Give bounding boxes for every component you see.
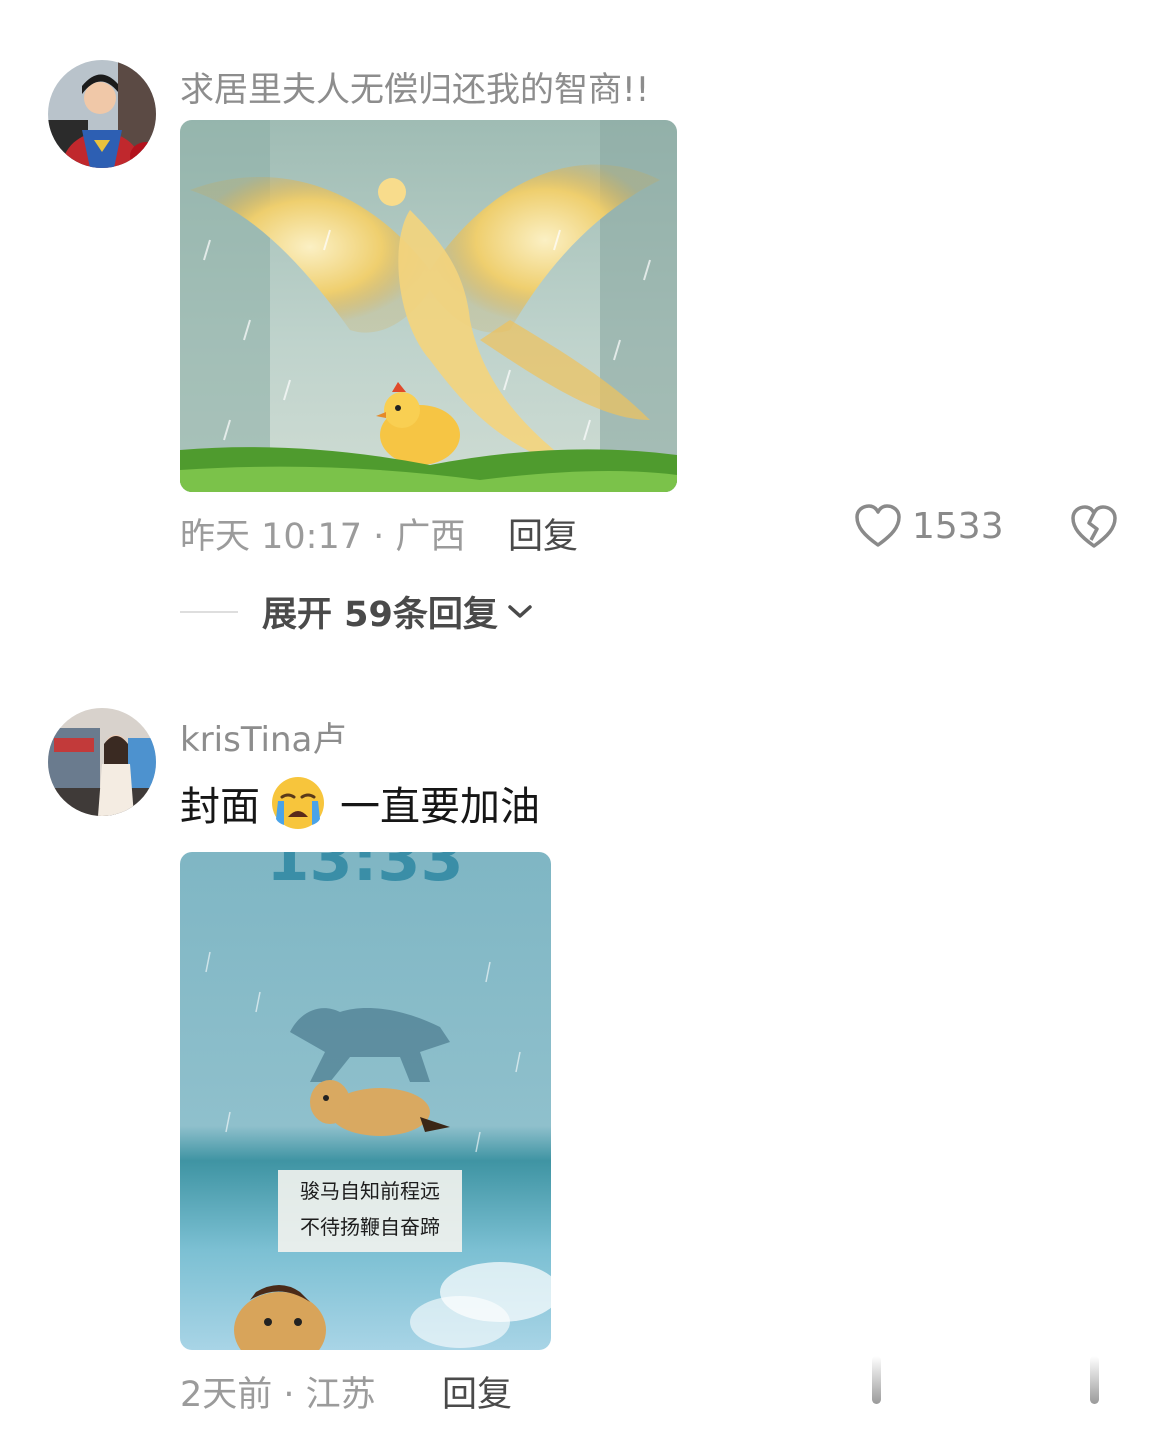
- heart-icon: [855, 504, 901, 547]
- chevron-down-icon: [508, 604, 532, 618]
- reply-button[interactable]: 回复: [508, 508, 578, 559]
- comment-time-location: 昨天 10:17 · 广西: [180, 517, 466, 557]
- divider: [180, 610, 238, 613]
- avatar-image: [48, 708, 156, 816]
- expand-replies-label: 展开 59条回复: [262, 595, 498, 635]
- reply-button[interactable]: 回复: [442, 1366, 512, 1417]
- comment-text-part: 封面: [180, 784, 260, 830]
- clock-text: 13:33: [266, 852, 463, 895]
- broken-heart-icon: [1071, 505, 1117, 548]
- comment-author[interactable]: krisTina卢: [180, 712, 346, 761]
- comment-text: 封面 一直要加油: [180, 774, 540, 832]
- expand-replies[interactable]: 展开 59条回复: [180, 586, 534, 637]
- image-caption-line1: 骏马自知前程远: [300, 1179, 440, 1203]
- image-caption-line2: 不待扬鞭自奋蹄: [300, 1215, 440, 1239]
- like-button[interactable]: 1533: [854, 503, 1004, 549]
- like-button-loading: [872, 1356, 889, 1408]
- comment-text-part: 一直要加油: [340, 784, 540, 830]
- like-count: 1533: [912, 505, 1004, 547]
- dislike-button-loading: [1090, 1356, 1107, 1408]
- horse-illustration: 13:33 骏马自知前程远 不待扬鞭自奋蹄: [180, 852, 551, 1350]
- avatar-image: [48, 60, 156, 168]
- avatar[interactable]: [48, 60, 156, 168]
- dislike-button[interactable]: [1070, 504, 1118, 554]
- avatar[interactable]: [48, 708, 156, 816]
- comment-time-location: 2天前 · 江苏: [180, 1375, 376, 1415]
- comment-author[interactable]: 求居里夫人无偿归还我的智商!!: [180, 62, 649, 111]
- loudly-crying-face-icon: [272, 777, 324, 829]
- comment-image-horse[interactable]: 13:33 骏马自知前程远 不待扬鞭自奋蹄: [180, 852, 551, 1350]
- phoenix-illustration: [180, 120, 677, 492]
- comment-image-phoenix[interactable]: [180, 120, 677, 492]
